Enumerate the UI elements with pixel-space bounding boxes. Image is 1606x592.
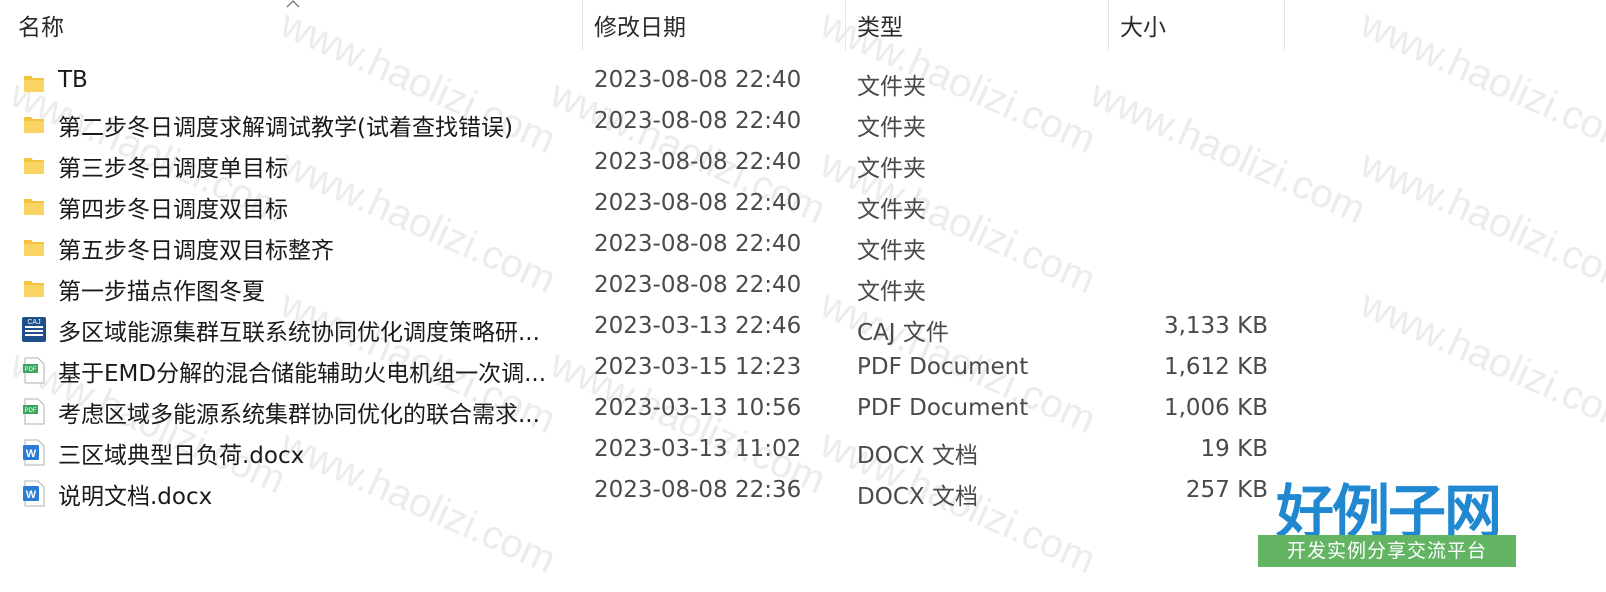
column-divider[interactable]	[582, 0, 583, 50]
brand-logo: 好例子网 开发实例分享交流平台	[1258, 465, 1518, 577]
file-date: 2023-03-13 11:02	[594, 436, 802, 462]
docx-file-icon: W	[20, 479, 48, 507]
svg-text:CAJ: CAJ	[27, 319, 40, 326]
file-name: 多区域能源集群互联系统协同优化调度策略研...	[58, 320, 540, 346]
column-header-date[interactable]: 修改日期	[594, 8, 686, 42]
file-type: 文件夹	[857, 156, 926, 182]
caj-file-icon: CAJ	[20, 315, 48, 343]
watermark-text: www.haolizi.com	[1354, 141, 1606, 303]
file-name: 三区域典型日负荷.docx	[58, 443, 305, 469]
file-name: 基于EMD分解的混合储能辅助火电机组一次调...	[58, 361, 547, 387]
file-type: DOCX 文档	[857, 443, 978, 469]
file-size: 19 KB	[1200, 436, 1268, 462]
column-divider[interactable]	[845, 0, 846, 50]
file-date: 2023-08-08 22:36	[594, 477, 802, 503]
file-size: 1,612 KB	[1163, 354, 1268, 380]
column-header-bar: 名称 修改日期 类型 大小	[0, 0, 1300, 50]
file-row[interactable]: W 三区域典型日负荷.docx 2023-03-13 11:02 DOCX 文档 19 …	[0, 431, 1300, 472]
file-type: 文件夹	[857, 197, 926, 223]
file-row[interactable]: 第三步冬日调度单目标 2023-08-08 22:40 文件夹	[0, 144, 1300, 185]
file-date: 2023-08-08 22:40	[594, 149, 802, 175]
file-type: 文件夹	[857, 279, 926, 305]
file-name: TB	[58, 67, 88, 93]
folder-icon	[20, 192, 48, 220]
file-name: 考虑区域多能源系统集群协同优化的联合需求...	[58, 402, 540, 428]
file-name: 第四步冬日调度双目标	[58, 197, 288, 223]
file-row[interactable]: 第四步冬日调度双目标 2023-08-08 22:40 文件夹	[0, 185, 1300, 226]
file-name: 说明文档.docx	[58, 484, 213, 510]
file-list: TB 2023-08-08 22:40 文件夹 第二步冬日调度求解调试教学(试着查找错…	[0, 62, 1300, 513]
watermark-text: www.haolizi.com	[1354, 1, 1606, 163]
file-date: 2023-03-13 10:56	[594, 395, 802, 421]
docx-file-icon: W	[20, 438, 48, 466]
svg-text:W: W	[26, 448, 37, 460]
file-type: CAJ 文件	[857, 320, 949, 346]
file-type: PDF Document	[857, 354, 1029, 380]
file-date: 2023-08-08 22:40	[594, 272, 802, 298]
file-type: 文件夹	[857, 115, 926, 141]
file-type: DOCX 文档	[857, 484, 978, 510]
column-divider[interactable]	[1108, 0, 1109, 50]
file-name: 第五步冬日调度双目标整齐	[58, 238, 334, 264]
column-header-type[interactable]: 类型	[857, 8, 903, 42]
column-header-name[interactable]: 名称	[18, 8, 64, 42]
file-size: 257 KB	[1185, 477, 1268, 503]
column-header-size[interactable]: 大小	[1120, 8, 1166, 42]
folder-icon	[20, 233, 48, 261]
file-type: 文件夹	[857, 238, 926, 264]
file-row[interactable]: CAJ 多区域能源集群互联系统协同优化调度策略研... 2023-03-13 22:…	[0, 308, 1300, 349]
file-name: 第三步冬日调度单目标	[58, 156, 288, 182]
sort-ascending-icon	[286, 0, 300, 8]
file-name: 第二步冬日调度求解调试教学(试着查找错误)	[58, 115, 513, 141]
file-date: 2023-08-08 22:40	[594, 190, 802, 216]
brand-subtitle: 开发实例分享交流平台	[1258, 535, 1516, 567]
file-type: PDF Document	[857, 395, 1029, 421]
file-row[interactable]: 第二步冬日调度求解调试教学(试着查找错误) 2023-08-08 22:40 文件夹	[0, 103, 1300, 144]
watermark-text: www.haolizi.com	[1354, 281, 1606, 443]
svg-text:PDF: PDF	[25, 367, 37, 373]
folder-icon	[20, 274, 48, 302]
folder-icon	[20, 110, 48, 138]
pdf-file-icon: PDF	[20, 397, 48, 425]
file-row[interactable]: 第一步描点作图冬夏 2023-08-08 22:40 文件夹	[0, 267, 1300, 308]
file-type: 文件夹	[857, 74, 926, 100]
file-date: 2023-08-08 22:40	[594, 231, 802, 257]
file-row[interactable]: TB 2023-08-08 22:40 文件夹	[0, 62, 1300, 103]
svg-text:W: W	[26, 489, 37, 501]
file-size: 3,133 KB	[1163, 313, 1268, 339]
folder-icon	[20, 151, 48, 179]
file-date: 2023-03-13 22:46	[594, 313, 802, 339]
file-row[interactable]: PDF 考虑区域多能源系统集群协同优化的联合需求... 2023-03-13 10:…	[0, 390, 1300, 431]
file-date: 2023-08-08 22:40	[594, 108, 802, 134]
folder-icon	[20, 69, 48, 97]
file-size: 1,006 KB	[1163, 395, 1268, 421]
svg-text:PDF: PDF	[25, 408, 37, 414]
column-divider[interactable]	[1284, 0, 1285, 50]
file-row[interactable]: 第五步冬日调度双目标整齐 2023-08-08 22:40 文件夹	[0, 226, 1300, 267]
file-date: 2023-08-08 22:40	[594, 67, 802, 93]
pdf-file-icon: PDF	[20, 356, 48, 384]
file-date: 2023-03-15 12:23	[594, 354, 802, 380]
file-row[interactable]: W 说明文档.docx 2023-08-08 22:36 DOCX 文档 257 KB	[0, 472, 1300, 513]
file-name: 第一步描点作图冬夏	[58, 279, 265, 305]
file-row[interactable]: PDF 基于EMD分解的混合储能辅助火电机组一次调... 2023-03-15 12…	[0, 349, 1300, 390]
